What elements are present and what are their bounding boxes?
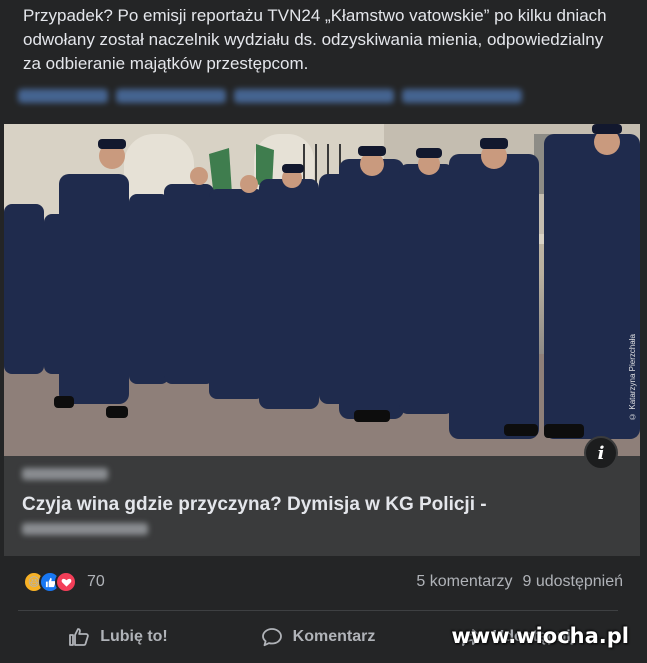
comments-count[interactable]: 5 komentarzy bbox=[416, 573, 512, 591]
watermark: www.wiocha.pl bbox=[451, 624, 629, 648]
love-icon[interactable] bbox=[55, 571, 77, 593]
link-preview-photo[interactable]: © Katarzyna Pierzchała bbox=[4, 124, 640, 456]
post-text: Przypadek? Po emisji reportażu TVN24 „Kł… bbox=[23, 6, 607, 73]
comment-icon bbox=[261, 628, 282, 647]
blurred-link-text[interactable] bbox=[18, 86, 528, 106]
comment-button[interactable]: Komentarz bbox=[218, 619, 418, 655]
info-icon[interactable]: i bbox=[584, 436, 618, 470]
blurred-link-subtitle bbox=[22, 523, 148, 535]
shares-count[interactable]: 9 udostępnień bbox=[522, 573, 623, 591]
blurred-link-domain bbox=[22, 468, 108, 480]
photo-credit: © Katarzyna Pierzchała bbox=[628, 334, 637, 421]
link-preview-card[interactable]: © Katarzyna Pierzchała i Czyja wina gdzi… bbox=[4, 124, 640, 556]
like-button[interactable]: Lubię to! bbox=[18, 619, 218, 655]
reactions-row: 😆 70 5 komentarzy 9 udostępnień bbox=[23, 568, 623, 596]
comment-button-label: Komentarz bbox=[292, 628, 376, 645]
link-preview-title[interactable]: Czyja wina gdzie przyczyna? Dymisja w KG… bbox=[22, 494, 487, 516]
like-button-label: Lubię to! bbox=[100, 628, 168, 645]
thumbs-up-icon bbox=[69, 628, 90, 646]
divider bbox=[18, 610, 618, 611]
reaction-count[interactable]: 70 bbox=[87, 573, 105, 591]
